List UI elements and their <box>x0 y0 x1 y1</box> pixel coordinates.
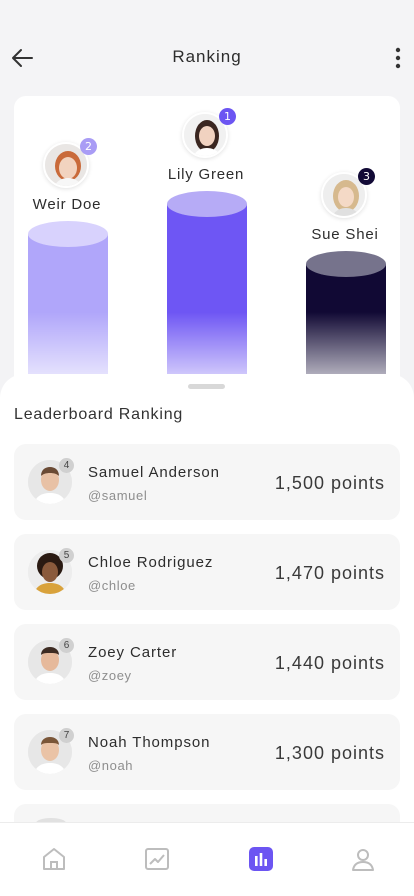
user-name: Chloe Rodriguez <box>88 554 214 571</box>
user-handle: @noah <box>88 758 134 773</box>
podium-bar-1 <box>167 191 247 396</box>
header: Ranking <box>0 0 414 110</box>
rank-badge: 6 <box>59 638 74 653</box>
rank-badge: 1 <box>219 108 236 125</box>
nav-profile[interactable] <box>349 845 377 873</box>
more-options-button[interactable] <box>388 42 408 74</box>
podium-winner-2[interactable]: 2 Weir Doe <box>14 138 127 213</box>
user-handle: @chloe <box>88 578 136 593</box>
podium-winner-3[interactable]: 3 Sue Shei <box>285 168 400 243</box>
podium-card: 2 Weir Doe 1 Lily Green 3 Sue Shei <box>14 96 400 396</box>
nav-home[interactable] <box>40 845 68 873</box>
leaderboard-row[interactable]: 7 Noah Thompson @noah 1,300 points <box>14 714 400 790</box>
rank-badge: 2 <box>80 138 97 155</box>
user-handle: @zoey <box>88 668 132 683</box>
podium-winner-1[interactable]: 1 Lily Green <box>146 108 266 183</box>
rank-badge: 4 <box>59 458 74 473</box>
user-points: 1,440 points <box>274 653 385 673</box>
nav-stats[interactable] <box>143 845 171 873</box>
user-name: Samuel Anderson <box>88 464 220 481</box>
user-points: 1,300 points <box>274 743 385 763</box>
chart-line-icon <box>145 848 169 870</box>
rank-badge: 3 <box>358 168 375 185</box>
leaderboard-row[interactable]: 6 Zoey Carter @zoey 1,440 points <box>14 624 400 700</box>
winner-name: Weir Doe <box>32 196 102 213</box>
home-icon <box>43 848 65 870</box>
user-name: Zoey Carter <box>88 644 178 661</box>
leaderboard-row[interactable]: 4 Samuel Anderson @samuel 1,500 points <box>14 444 400 520</box>
leaderboard-sheet: Leaderboard Ranking 4 Samuel Anderson @s… <box>0 374 414 896</box>
rank-badge: 7 <box>59 728 74 743</box>
podium-bar-2 <box>28 221 108 396</box>
user-points: 1,500 points <box>274 473 385 493</box>
nav-ranking[interactable] <box>247 845 275 873</box>
section-title: Leaderboard Ranking <box>14 406 184 423</box>
leaderboard-row[interactable]: 5 Chloe Rodriguez @chloe 1,470 points <box>14 534 400 610</box>
more-vertical-icon <box>395 47 401 69</box>
bottom-nav <box>0 822 414 896</box>
user-name: Noah Thompson <box>88 734 211 751</box>
profile-icon <box>352 849 374 871</box>
user-handle: @samuel <box>88 488 148 503</box>
winner-name: Sue Shei <box>311 226 379 243</box>
bar-chart-icon <box>249 847 273 871</box>
rank-badge: 5 <box>59 548 74 563</box>
page-title: Ranking <box>172 47 242 66</box>
winner-name: Lily Green <box>167 166 245 183</box>
user-points: 1,470 points <box>274 563 385 583</box>
drag-handle[interactable] <box>188 384 225 389</box>
